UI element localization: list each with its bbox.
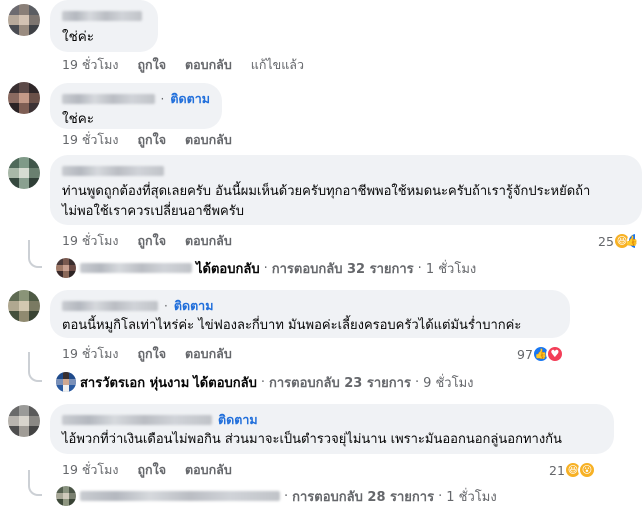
- separator-dot: ·: [414, 374, 420, 390]
- follow-button[interactable]: ติดตาม: [170, 89, 210, 109]
- comment-timestamp[interactable]: 19 ชั่วโมง: [62, 55, 118, 75]
- separator-dot: ·: [160, 92, 165, 106]
- wow-icon: 😮: [577, 461, 596, 479]
- replied-label: ได้ตอบกลับ: [193, 375, 257, 391]
- replier-name-blurred: [80, 263, 192, 273]
- thread-connector: [28, 470, 42, 496]
- reaction-count: 97: [517, 346, 533, 362]
- separator-dot: ·: [438, 488, 443, 504]
- reaction-summary[interactable]: 25 😆 👍: [598, 231, 638, 251]
- replies-summary[interactable]: · การตอบกลับ 28 รายการ · 1 ชั่วโมง: [56, 485, 497, 507]
- comment-actions: 19 ชั่วโมง ถูกใจ ตอบกลับ: [62, 345, 232, 363]
- replier-avatar: [56, 486, 76, 506]
- separator-dot: ·: [164, 299, 168, 313]
- replied-label: ได้ตอบกลับ: [196, 261, 260, 277]
- replier-name-blurred: [80, 491, 280, 501]
- commenter-name-blurred[interactable]: [62, 94, 155, 104]
- reply-button[interactable]: ตอบกลับ: [185, 231, 232, 251]
- reply-count[interactable]: การตอบกลับ 32 รายการ: [272, 258, 414, 279]
- reply-button[interactable]: ตอบกลับ: [185, 460, 232, 480]
- comment-timestamp[interactable]: 19 ชั่วโมง: [62, 231, 118, 251]
- commenter-avatar[interactable]: [8, 4, 40, 36]
- comment-bubble: · ติดตาม ตอนนี้หมูกิโลเท่าไหร่ค่ะ ไข่ฟอง…: [50, 290, 570, 338]
- comment-bubble: ใช่ค่ะ: [50, 0, 158, 52]
- like-button[interactable]: ถูกใจ: [137, 231, 166, 251]
- reaction-count: 25: [598, 233, 614, 249]
- reply-timestamp: 9 ชั่วโมง: [423, 375, 474, 391]
- follow-button[interactable]: ติดตาม: [218, 410, 258, 430]
- replier-name[interactable]: สารวัตรเอก หุ่นงาม: [80, 372, 189, 393]
- commenter-name-blurred[interactable]: [62, 301, 158, 311]
- comment-bubble: · ติดตาม ใช่คะ: [50, 83, 222, 129]
- comment-timestamp[interactable]: 19 ชั่วโมง: [62, 344, 118, 364]
- thread-connector: [28, 352, 42, 382]
- commenter-avatar[interactable]: [8, 405, 40, 437]
- thread-connector: [28, 240, 42, 268]
- like-button[interactable]: ถูกใจ: [137, 130, 166, 150]
- follow-button[interactable]: ติดตาม: [174, 296, 214, 316]
- reply-timestamp: 1 ชั่วโมง: [425, 261, 477, 277]
- commenter-name-blurred[interactable]: [62, 415, 212, 425]
- reaction-count: 21: [549, 462, 565, 478]
- commenter-avatar[interactable]: [8, 290, 40, 322]
- reply-button[interactable]: ตอบกลับ: [185, 344, 232, 364]
- reply-timestamp: 1 ชั่วโมง: [446, 489, 497, 505]
- separator-dot: ·: [263, 260, 268, 276]
- comment-text: ใช่ค่ะ: [62, 29, 95, 45]
- comment-actions: 19 ชั่วโมง ถูกใจ ตอบกลับ: [62, 131, 232, 149]
- commenter-avatar[interactable]: [8, 157, 40, 189]
- like-button[interactable]: ถูกใจ: [137, 344, 166, 364]
- comment-text: ตอนนี้หมูกิโลเท่าไหร่ค่ะ ไข่ฟองละกี่บาท …: [62, 318, 522, 333]
- comment-text: ท่านพูดถูกต้องที่สุดเลยครับ อันนี้ผมเห็น…: [62, 184, 591, 219]
- comment-actions: 19 ชั่วโมง ถูกใจ ตอบกลับ: [62, 232, 232, 250]
- comment-timestamp[interactable]: 19 ชั่วโมง: [62, 460, 118, 480]
- replier-avatar: [56, 258, 76, 278]
- commenter-name-blurred[interactable]: [62, 11, 142, 21]
- comment-actions: 19 ชั่วโมง ถูกใจ ตอบกลับ แก้ไขแล้ว: [62, 56, 304, 74]
- commenter-name-blurred[interactable]: [62, 166, 164, 176]
- like-button[interactable]: ถูกใจ: [137, 55, 166, 75]
- comment-bubble: ท่านพูดถูกต้องที่สุดเลยครับ อันนี้ผมเห็น…: [50, 155, 642, 225]
- reply-count[interactable]: การตอบกลับ 28 รายการ: [292, 486, 434, 507]
- separator-dot: ·: [260, 374, 265, 390]
- comment-text: ไอ้พวกที่ว่าเงินเดือนไม่พอกิน ส่วนมาจะเป…: [62, 432, 562, 447]
- reply-button[interactable]: ตอบกลับ: [185, 55, 232, 75]
- love-icon: ♥: [545, 345, 564, 363]
- edited-label: แก้ไขแล้ว: [250, 57, 304, 72]
- reply-button[interactable]: ตอบกลับ: [185, 130, 232, 150]
- separator-dot: ·: [417, 260, 422, 276]
- comment-bubble: ติดตาม ไอ้พวกที่ว่าเงินเดือนไม่พอกิน ส่ว…: [50, 404, 614, 454]
- like-button[interactable]: ถูกใจ: [137, 460, 166, 480]
- reaction-summary[interactable]: 97 👍 ♥: [517, 344, 564, 364]
- replier-avatar: [56, 372, 76, 392]
- reaction-summary[interactable]: 21 😆 😮: [549, 460, 596, 480]
- comment-timestamp[interactable]: 19 ชั่วโมง: [62, 130, 118, 150]
- comment-text: ใช่คะ: [62, 111, 95, 127]
- reply-count[interactable]: การตอบกลับ 23 รายการ: [269, 372, 411, 393]
- commenter-avatar[interactable]: [8, 82, 40, 114]
- separator-dot: ·: [284, 488, 289, 504]
- replies-summary[interactable]: สารวัตรเอก หุ่นงาม ได้ตอบกลับ · การตอบกล…: [56, 371, 474, 393]
- replies-summary[interactable]: ได้ตอบกลับ · การตอบกลับ 32 รายการ · 1 ชั…: [56, 257, 476, 279]
- comment-actions: 19 ชั่วโมง ถูกใจ ตอบกลับ: [62, 461, 232, 479]
